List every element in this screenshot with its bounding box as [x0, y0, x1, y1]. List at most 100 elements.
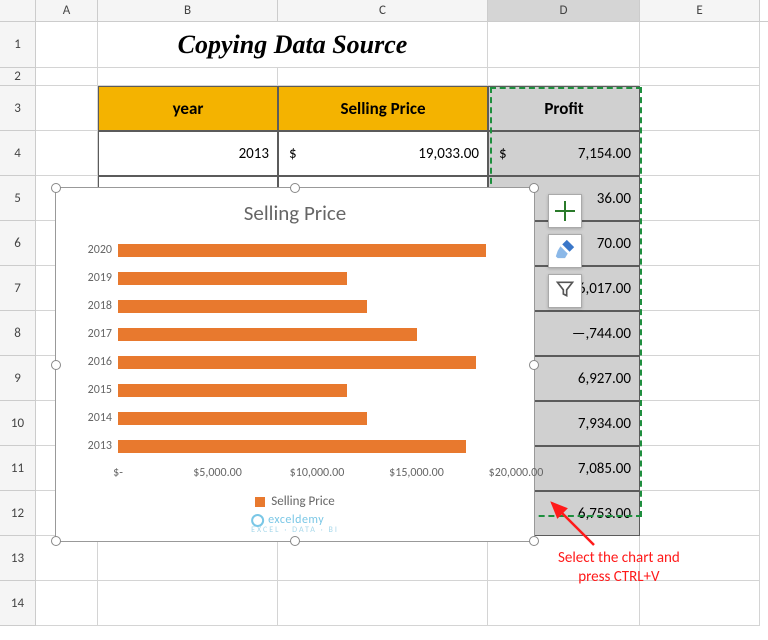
cell-A3[interactable] — [36, 86, 98, 131]
row-header-13[interactable]: 13 — [0, 536, 36, 581]
y-category-label: 2019 — [76, 271, 112, 285]
bar-2013[interactable] — [118, 440, 466, 453]
cell-E14[interactable] — [640, 581, 760, 626]
cell-E9[interactable] — [640, 356, 760, 401]
select-all-corner[interactable] — [0, 0, 36, 21]
cell-E4[interactable] — [640, 131, 760, 176]
cell-B13[interactable] — [98, 536, 278, 581]
bar-2017[interactable] — [118, 328, 417, 341]
col-header-D[interactable]: D — [488, 0, 640, 21]
funnel-icon — [555, 279, 575, 303]
header-year[interactable]: year — [98, 86, 278, 131]
header-selling-price[interactable]: Selling Price — [278, 86, 488, 131]
cell-C2[interactable] — [278, 68, 488, 86]
chart-title[interactable]: Selling Price — [56, 188, 534, 232]
bar-2015[interactable] — [118, 384, 347, 397]
cell-C14[interactable] — [278, 581, 488, 626]
chart-filters-button[interactable] — [548, 274, 582, 308]
cell-D2[interactable] — [488, 68, 640, 86]
chart-legend[interactable]: Selling Price — [56, 494, 534, 509]
cell-year-2013[interactable]: 2013 — [98, 131, 278, 176]
cell-A4[interactable] — [36, 131, 98, 176]
resize-handle[interactable] — [51, 183, 61, 193]
chart-plot-area[interactable]: 20202019201820172016201520142013 — [118, 236, 514, 460]
row-header-9[interactable]: 9 — [0, 356, 36, 401]
column-headers: A B C D E — [0, 0, 768, 22]
resize-handle[interactable] — [290, 536, 300, 546]
bar-2019[interactable] — [118, 272, 347, 285]
cell-A13[interactable] — [36, 536, 98, 581]
col-header-B[interactable]: B — [98, 0, 278, 21]
row-header-12[interactable]: 12 — [0, 491, 36, 536]
cell-profit-r4[interactable]: $7,154.00 — [488, 131, 640, 176]
row-header-11[interactable]: 11 — [0, 446, 36, 491]
x-tick-label: $15,000.00 — [389, 466, 444, 480]
cell-E7[interactable] — [640, 266, 760, 311]
currency-symbol: $ — [497, 145, 507, 163]
x-tick-label: $5,000.00 — [193, 466, 242, 480]
y-category-label: 2014 — [76, 411, 112, 425]
plus-icon — [555, 201, 575, 221]
cell-E2[interactable] — [640, 68, 760, 86]
resize-handle[interactable] — [529, 183, 539, 193]
row-header-7[interactable]: 7 — [0, 266, 36, 311]
col-header-C[interactable]: C — [278, 0, 488, 21]
y-category-label: 2016 — [76, 355, 112, 369]
row-header-5[interactable]: 5 — [0, 176, 36, 221]
cell-E8[interactable] — [640, 311, 760, 356]
annotation-text: Select the chart andpress CTRL+V — [558, 549, 680, 587]
cell-E5[interactable] — [640, 176, 760, 221]
resize-handle[interactable] — [51, 536, 61, 546]
row-header-6[interactable]: 6 — [0, 221, 36, 266]
row-header-2[interactable]: 2 — [0, 68, 36, 86]
currency-symbol: $ — [287, 145, 297, 163]
resize-handle[interactable] — [529, 536, 539, 546]
y-category-label: 2015 — [76, 383, 112, 397]
chart-object[interactable]: Selling Price 20202019201820172016201520… — [55, 187, 535, 542]
x-tick-label: $20,000.00 — [489, 466, 544, 480]
cell-selling-2013[interactable]: $19,033.00 — [278, 131, 488, 176]
title-cell[interactable]: Copying Data Source — [98, 22, 488, 68]
cell-B2[interactable] — [98, 68, 278, 86]
chart-elements-button[interactable] — [548, 194, 582, 228]
row-header-10[interactable]: 10 — [0, 401, 36, 446]
row-header-1[interactable]: 1 — [0, 22, 36, 68]
cell-D1[interactable] — [488, 22, 640, 68]
chart-x-axis: $-$5,000.00$10,000.00$15,000.00$20,000.0… — [118, 466, 514, 484]
row-header-4[interactable]: 4 — [0, 131, 36, 176]
worksheet: A B C D E 1 Copying Data Source 2 3 year… — [0, 0, 768, 640]
bar-2018[interactable] — [118, 300, 367, 313]
bar-2020[interactable] — [118, 244, 486, 257]
cell-E12[interactable] — [640, 491, 760, 536]
cell-E10[interactable] — [640, 401, 760, 446]
cell-E3[interactable] — [640, 86, 760, 131]
value: 19,033.00 — [418, 145, 479, 163]
bar-2016[interactable] — [118, 356, 476, 369]
bar-2014[interactable] — [118, 412, 367, 425]
resize-handle[interactable] — [529, 360, 539, 370]
legend-swatch — [255, 497, 265, 507]
cell-C13[interactable] — [278, 536, 488, 581]
row-header-8[interactable]: 8 — [0, 311, 36, 356]
y-category-label: 2013 — [76, 439, 112, 453]
col-header-E[interactable]: E — [640, 0, 760, 21]
chart-styles-button[interactable] — [548, 234, 582, 268]
x-tick-label: $- — [113, 466, 123, 480]
row-header-14[interactable]: 14 — [0, 581, 36, 626]
cell-D14[interactable] — [488, 581, 640, 626]
cell-A1[interactable] — [36, 22, 98, 68]
resize-handle[interactable] — [51, 360, 61, 370]
cell-B14[interactable] — [98, 581, 278, 626]
header-profit[interactable]: Profit — [488, 86, 640, 131]
resize-handle[interactable] — [290, 183, 300, 193]
watermark: exceldemy EXCEL · DATA · BI — [251, 513, 339, 535]
cell-A2[interactable] — [36, 68, 98, 86]
x-tick-label: $10,000.00 — [290, 466, 345, 480]
row-header-3[interactable]: 3 — [0, 86, 36, 131]
cell-E6[interactable] — [640, 221, 760, 266]
col-header-A[interactable]: A — [36, 0, 98, 21]
cell-E1[interactable] — [640, 22, 760, 68]
cell-E11[interactable] — [640, 446, 760, 491]
cell-A14[interactable] — [36, 581, 98, 626]
gear-icon — [251, 514, 264, 527]
